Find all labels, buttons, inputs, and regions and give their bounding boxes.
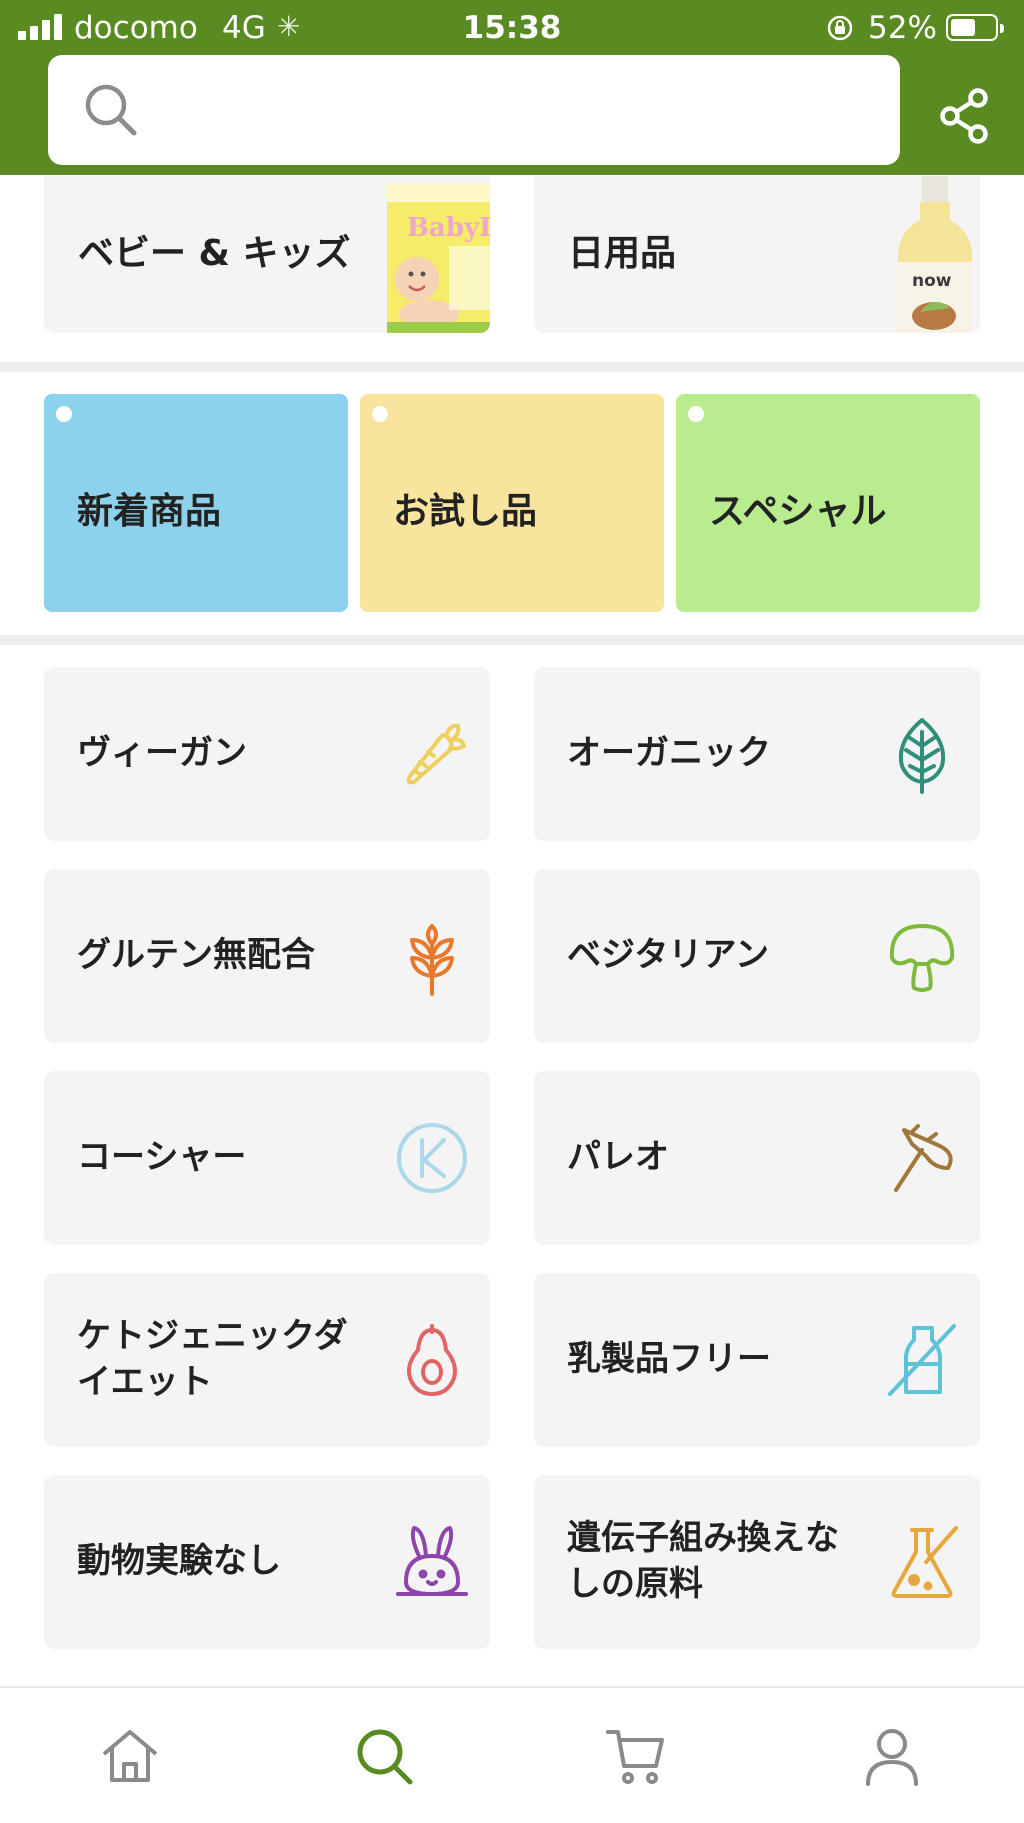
- diet-card-label: オーガニック: [567, 733, 771, 774]
- kosher-k-icon: [397, 1123, 467, 1193]
- diet-card-label: グルテン無配合: [77, 935, 315, 976]
- mushroom-icon: [889, 924, 955, 992]
- category-card-baby-kids[interactable]: ベビー & キッズ BabyD3: [44, 176, 490, 333]
- diet-card-label: パレオ: [567, 1137, 669, 1178]
- wheat-icon: [410, 924, 454, 996]
- home-icon[interactable]: [98, 1724, 162, 1788]
- diet-card-label: 乳製品フリー: [567, 1339, 771, 1380]
- diet-card-gluten-free[interactable]: グルテン無配合: [44, 869, 490, 1043]
- search-icon[interactable]: [352, 1724, 416, 1788]
- diet-card-organic[interactable]: オーガニック: [534, 667, 980, 841]
- avocado-icon: [407, 1324, 457, 1396]
- svg-text:BabyD3: BabyD3: [407, 213, 490, 243]
- diet-card-label: ヴィーガン: [77, 733, 247, 774]
- carrot-icon: [406, 723, 466, 785]
- category-card-label: ベビー & キッズ: [78, 233, 351, 274]
- diet-card-dairy-free[interactable]: 乳製品フリー: [534, 1273, 980, 1447]
- diet-card-ketogenic[interactable]: ケトジェニックダイエット: [44, 1273, 490, 1447]
- app-header: docomo 4G ✳ 15:38 52%: [0, 0, 1024, 175]
- diet-card-label: 動物実験なし: [77, 1541, 281, 1582]
- share-icon[interactable]: [936, 86, 992, 146]
- diet-card-label: 遺伝子組み換えなしの原料: [567, 1518, 839, 1604]
- no-milk-bottle-icon: [888, 1324, 956, 1396]
- tile-dot: [688, 406, 704, 422]
- battery-icon: [946, 14, 1004, 41]
- diet-card-label: コーシャー: [77, 1137, 247, 1178]
- tile-label: スペシャル: [709, 491, 887, 532]
- svg-text:now: now: [912, 271, 952, 291]
- category-card-label: 日用品: [568, 233, 677, 274]
- battery-percentage: 52%: [868, 10, 937, 46]
- diet-card-cruelty-free[interactable]: 動物実験なし: [44, 1475, 490, 1649]
- stone-axe-icon: [894, 1124, 953, 1192]
- diet-card-non-gmo[interactable]: 遺伝子組み換えなしの原料: [534, 1475, 980, 1649]
- category-card-daily-goods[interactable]: 日用品 now: [534, 176, 980, 333]
- tile-trial-items[interactable]: お試し品: [360, 394, 664, 612]
- diet-card-paleo[interactable]: パレオ: [534, 1071, 980, 1245]
- search-input[interactable]: [158, 75, 878, 145]
- baby-vitamin-product-image: BabyD3: [387, 184, 490, 333]
- search-icon: [85, 84, 137, 136]
- section-divider: [0, 635, 1024, 645]
- diet-card-vegetarian[interactable]: ベジタリアン: [534, 869, 980, 1043]
- bottom-navigation: [0, 1686, 1024, 1823]
- user-icon[interactable]: [860, 1724, 924, 1788]
- diet-card-label: ベジタリアン: [567, 935, 769, 976]
- diet-card-label: ケトジェニックダイエット: [77, 1316, 348, 1402]
- leaf-icon: [899, 718, 945, 794]
- rabbit-icon: [396, 1526, 468, 1596]
- tile-specials[interactable]: スペシャル: [676, 394, 980, 612]
- no-gmo-flask-icon: [891, 1526, 958, 1598]
- section-divider: [0, 362, 1024, 372]
- diet-card-vegan[interactable]: ヴィーガン: [44, 667, 490, 841]
- oil-bottle-product-image: now: [898, 176, 972, 333]
- tile-label: 新着商品: [77, 491, 222, 532]
- tile-new-arrivals[interactable]: 新着商品: [44, 394, 348, 612]
- tile-label: お試し品: [393, 491, 538, 532]
- diet-card-kosher[interactable]: コーシャー: [44, 1071, 490, 1245]
- search-bar[interactable]: [48, 55, 900, 165]
- tile-dot: [372, 406, 388, 422]
- orientation-lock-icon: [827, 15, 853, 41]
- cart-icon[interactable]: [604, 1724, 668, 1788]
- status-bar: docomo 4G ✳ 15:38 52%: [0, 0, 1024, 56]
- tile-dot: [56, 406, 72, 422]
